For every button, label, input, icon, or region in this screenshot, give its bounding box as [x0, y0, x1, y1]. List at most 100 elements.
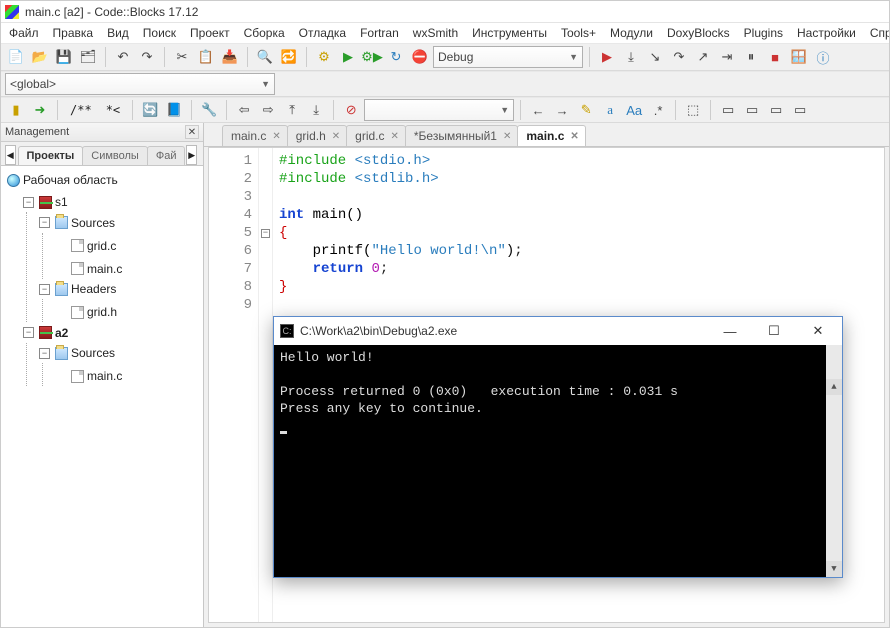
tree-folder-s1-sources[interactable]: − Sources — [37, 213, 117, 233]
menu-file[interactable]: Файл — [3, 24, 45, 42]
maximize-icon[interactable]: ☐ — [752, 318, 796, 344]
step-into-icon[interactable]: ↘ — [644, 46, 666, 68]
paste-icon[interactable]: 📥 — [219, 46, 241, 68]
cut-icon[interactable]: ✂ — [171, 46, 193, 68]
step-out-icon[interactable]: ↗ — [692, 46, 714, 68]
tree-file-gridc[interactable]: grid.c — [53, 236, 118, 256]
stop-build-icon[interactable]: ⛔ — [409, 46, 431, 68]
tab-projects[interactable]: Проекты — [18, 146, 84, 165]
close-tab-icon[interactable]: ✕ — [391, 131, 399, 142]
menu-fortran[interactable]: Fortran — [354, 24, 405, 42]
open-icon[interactable]: 📂 — [29, 46, 51, 68]
debug-windows-icon[interactable]: 🪟 — [788, 46, 810, 68]
tab-nav-left-icon[interactable]: ◀ — [5, 145, 16, 165]
tree-folder-a2-sources[interactable]: − Sources — [37, 343, 117, 363]
project-tree[interactable]: Рабочая область − s1 — [1, 166, 203, 627]
build-run-icon[interactable]: ⚙▶ — [361, 46, 383, 68]
tree-project-a2[interactable]: − a2 — [21, 323, 70, 343]
jump-fwd-icon[interactable]: → — [551, 99, 573, 121]
save-all-icon[interactable]: 🗂 — [77, 46, 99, 68]
indent-icon[interactable]: ▭ — [789, 99, 811, 121]
scroll-down-icon[interactable]: ▼ — [826, 561, 842, 577]
close-icon[interactable]: ✕ — [185, 125, 199, 139]
doxy-refresh-icon[interactable]: 🔄 — [139, 99, 161, 121]
editor-tab-untitled[interactable]: *Безымянный1✕ — [405, 125, 518, 146]
whole-word-icon[interactable]: Aa — [623, 99, 645, 121]
run-to-cursor-icon[interactable]: ⤓ — [620, 46, 642, 68]
menu-modules[interactable]: Модули — [604, 24, 659, 42]
menu-doxy[interactable]: DoxyBlocks — [661, 24, 736, 42]
close-tab-icon[interactable]: ✕ — [570, 131, 578, 142]
bracket-l-icon[interactable]: ▭ — [717, 99, 739, 121]
tree-file-gridh[interactable]: grid.h — [53, 302, 119, 322]
console-output[interactable]: Hello world! Process returned 0 (0x0) ex… — [274, 345, 842, 577]
build-icon[interactable]: ⚙ — [313, 46, 335, 68]
abort-icon[interactable]: ⊘ — [340, 99, 362, 121]
minimize-icon[interactable]: — — [708, 318, 752, 344]
build-target-dropdown[interactable]: Debug ▼ — [433, 46, 583, 68]
close-tab-icon[interactable]: ✕ — [332, 131, 340, 142]
collapse-icon[interactable]: − — [39, 284, 50, 295]
menu-build[interactable]: Сборка — [238, 24, 291, 42]
scroll-up-icon[interactable]: ▲ — [826, 379, 842, 395]
menu-toolsplus[interactable]: Tools+ — [555, 24, 602, 42]
editor-tab-gridh[interactable]: grid.h✕ — [287, 125, 347, 146]
nav-back-icon[interactable]: ⇦ — [233, 99, 255, 121]
undo-icon[interactable]: ↶ — [112, 46, 134, 68]
menu-view[interactable]: Вид — [101, 24, 135, 42]
tab-files[interactable]: Фай — [147, 146, 186, 165]
info-icon[interactable]: ⓘ — [812, 46, 834, 68]
editor-tab-mainc-2[interactable]: main.c✕ — [517, 125, 585, 146]
nav-last-icon[interactable]: ⤓ — [305, 99, 327, 121]
tree-workspace[interactable]: Рабочая область — [5, 170, 120, 190]
collapse-icon[interactable]: − — [23, 327, 34, 338]
break-debug-icon[interactable]: ⏸ — [740, 46, 762, 68]
run-icon[interactable]: ▶ — [337, 46, 359, 68]
menu-plugins[interactable]: Plugins — [738, 24, 789, 42]
menu-debug[interactable]: Отладка — [293, 24, 352, 42]
goto-toggle-icon[interactable]: ▮ — [5, 99, 27, 121]
menu-wxsmith[interactable]: wxSmith — [407, 24, 464, 42]
save-icon[interactable]: 💾 — [53, 46, 75, 68]
collapse-icon[interactable]: − — [39, 217, 50, 228]
console-window[interactable]: C: C:\Work\a2\bin\Debug\a2.exe — ☐ ✕ Hel… — [273, 316, 843, 578]
tab-nav-right-icon[interactable]: ▶ — [186, 145, 197, 165]
tab-symbols[interactable]: Символы — [82, 146, 148, 165]
collapse-icon[interactable]: − — [23, 197, 34, 208]
close-tab-icon[interactable]: ✕ — [503, 131, 511, 142]
match-case-icon[interactable]: a — [599, 99, 621, 121]
close-icon[interactable]: ✕ — [796, 318, 840, 344]
debug-continue-icon[interactable]: ▶ — [596, 46, 618, 68]
extra-dropdown[interactable]: ▼ — [364, 99, 514, 121]
jump-back-icon[interactable]: ← — [527, 99, 549, 121]
menu-edit[interactable]: Правка — [47, 24, 100, 42]
highlight-icon[interactable]: ✎ — [575, 99, 597, 121]
bookmark-icon[interactable]: ➜ — [29, 99, 51, 121]
redo-icon[interactable]: ↷ — [136, 46, 158, 68]
replace-icon[interactable]: 🔁 — [278, 46, 300, 68]
editor-tab-mainc-1[interactable]: main.c✕ — [222, 125, 288, 146]
rebuild-icon[interactable]: ↻ — [385, 46, 407, 68]
doxy-block-button[interactable]: /** — [64, 99, 98, 121]
collapse-icon[interactable]: − — [39, 348, 50, 359]
find-icon[interactable]: 🔍 — [254, 46, 276, 68]
nav-fwd-icon[interactable]: ⇨ — [257, 99, 279, 121]
fold-toggle-icon[interactable]: − — [261, 229, 270, 238]
menu-project[interactable]: Проект — [184, 24, 236, 42]
stop-debug-icon[interactable]: ■ — [764, 46, 786, 68]
tree-project-s1[interactable]: − s1 — [21, 192, 70, 212]
tree-file-mainc-s1[interactable]: main.c — [53, 259, 124, 279]
new-file-icon[interactable]: 📄 — [5, 46, 27, 68]
scope-dropdown[interactable]: <global> ▼ — [5, 73, 275, 95]
regex-icon[interactable]: .* — [647, 99, 669, 121]
copy-icon[interactable]: 📋 — [195, 46, 217, 68]
step-over-icon[interactable]: ↷ — [668, 46, 690, 68]
scrollbar[interactable]: ▲ ▼ — [826, 345, 842, 577]
doxy-line-button[interactable]: *< — [100, 99, 126, 121]
menu-settings[interactable]: Настройки — [791, 24, 862, 42]
bracket-r-icon[interactable]: ▭ — [741, 99, 763, 121]
menu-search[interactable]: Поиск — [137, 24, 182, 42]
bracket-x-icon[interactable]: ▭ — [765, 99, 787, 121]
tree-folder-s1-headers[interactable]: − Headers — [37, 279, 118, 299]
menu-tools[interactable]: Инструменты — [466, 24, 553, 42]
